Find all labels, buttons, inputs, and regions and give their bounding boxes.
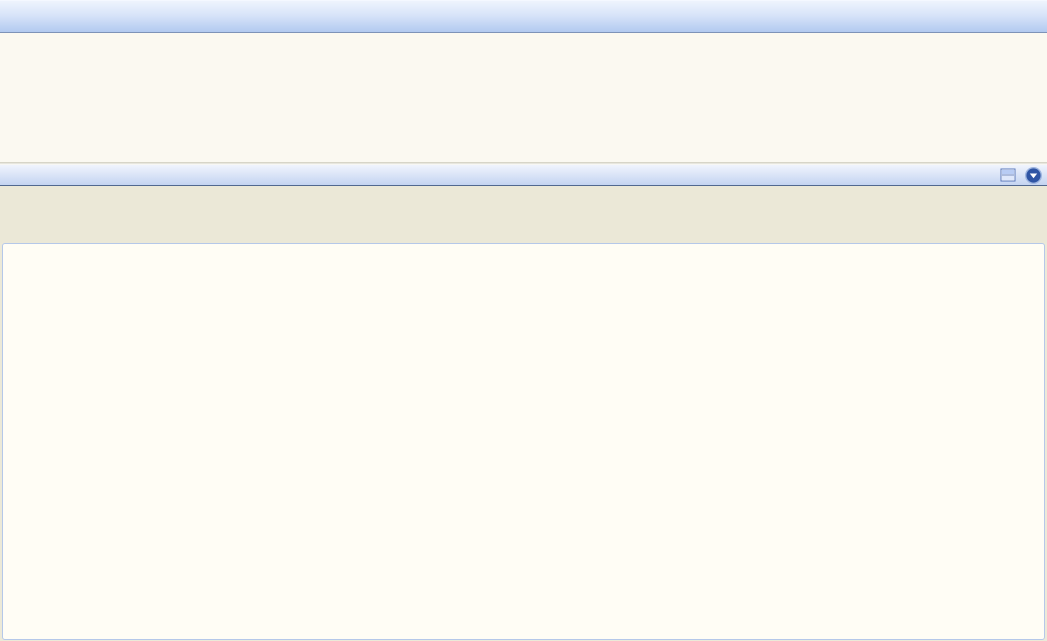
app-window: { "table": { "columns": [ {"key":"visibl… [0, 0, 1047, 641]
panel-layout-icon[interactable] [1000, 167, 1016, 183]
collapse-section-button[interactable] [1025, 166, 1042, 184]
table-header-row [0, 0, 1047, 33]
titlebar-icons [1000, 166, 1042, 184]
overlay-chart-titlebar [0, 165, 1047, 186]
device-table [0, 0, 1047, 163]
x-axis-row [5, 192, 39, 208]
chart-controls [0, 186, 1047, 410]
y-axis-row [5, 210, 39, 226]
heart-rate-chart [0, 243, 1047, 641]
